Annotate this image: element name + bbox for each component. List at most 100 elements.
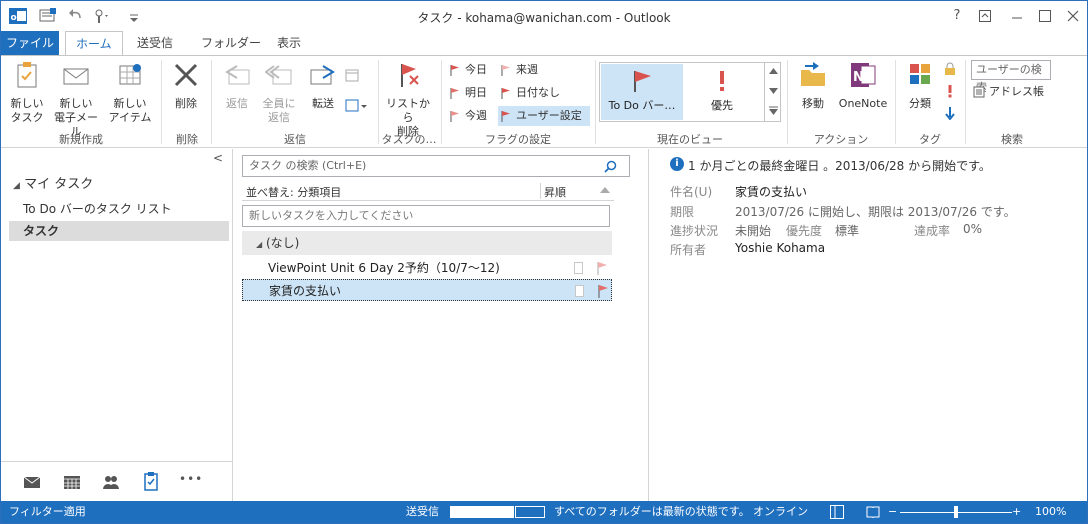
view-priority-option[interactable]: 優先	[686, 64, 758, 120]
task-list-pane: タスク の検索 (Ctrl+E) 並べ替え: 分類項目 昇順 新しいタスクを入力…	[234, 149, 649, 501]
tab-folder[interactable]: フォルダー	[191, 31, 271, 55]
more-nav-button[interactable]: •••	[179, 472, 203, 486]
tasks-icon[interactable]	[142, 471, 160, 491]
folder-todo-list[interactable]: To Do バーのタスク リスト	[9, 199, 229, 219]
new-task-input[interactable]: 新しいタスクを入力してください	[242, 205, 610, 227]
flag-icon	[450, 65, 459, 76]
more-respond-icon[interactable]	[345, 98, 369, 114]
search-icon[interactable]	[604, 160, 617, 173]
group-respond-label: 返信	[284, 133, 306, 146]
remove-flag-icon	[401, 64, 419, 87]
tab-view[interactable]: 表示	[267, 31, 311, 55]
zoom-level[interactable]: 100%	[1035, 501, 1066, 523]
priority-label: 優先度	[786, 224, 823, 238]
mail-icon[interactable]	[23, 474, 41, 490]
ribbon-display-options-icon[interactable]	[973, 5, 997, 27]
flag-tomorrow-label: 明日	[465, 86, 487, 99]
info-icon: i	[670, 157, 684, 171]
forward-button[interactable]: 転送	[303, 60, 343, 111]
onenote-button[interactable]: N OneNote	[835, 60, 891, 111]
flag-icon	[450, 88, 459, 99]
folder-tasks[interactable]: タスク	[9, 221, 229, 241]
task-row[interactable]: 家賃の支払い	[242, 279, 612, 301]
task-search-input[interactable]: タスク の検索 (Ctrl+E)	[242, 155, 630, 177]
view-todo-bar-option[interactable]: To Do バー…	[601, 64, 683, 120]
move-button[interactable]: 移動	[793, 60, 833, 111]
delete-button[interactable]: 削除	[167, 60, 205, 111]
move-folder-icon	[801, 62, 825, 86]
flag-next-week-button[interactable]: 来週	[498, 60, 538, 80]
sort-order-label[interactable]: 昇順	[544, 184, 566, 200]
gallery-more-icon[interactable]	[769, 106, 778, 115]
new-task-button[interactable]: 新しい タスク	[7, 60, 47, 125]
ribbon-separator	[965, 60, 966, 144]
flag-this-week-button[interactable]: 今週	[447, 106, 487, 126]
search-people-input[interactable]: ユーザーの検索	[971, 60, 1051, 94]
flag-custom-button[interactable]: ユーザー設定	[498, 106, 590, 126]
group-header-none[interactable]: ◢ (なし)	[242, 231, 612, 255]
gallery-down-icon[interactable]	[769, 88, 778, 94]
flag-today-button[interactable]: 今日	[447, 60, 487, 80]
zoom-slider-thumb[interactable]	[954, 506, 958, 518]
ribbon-separator	[211, 60, 212, 144]
folder-pane: < ◢ マイ タスク To Do バーのタスク リスト タスク •••	[1, 149, 233, 501]
reading-pane: i 1 か月ごとの最終金曜日 。2013/06/28 から開始です。 件名(U)…	[650, 149, 1087, 501]
new-items-icon	[119, 64, 141, 85]
flag-icon	[501, 88, 510, 99]
maximize-icon[interactable]	[1033, 5, 1057, 27]
ribbon-separator	[595, 60, 596, 144]
progress-bar-empty	[515, 506, 545, 518]
sort-ascending-icon[interactable]	[600, 187, 610, 193]
help-button[interactable]: ?	[945, 5, 969, 27]
reply-label: 返信	[226, 97, 248, 110]
tab-file[interactable]: ファイル	[1, 31, 59, 55]
private-lock-icon[interactable]	[943, 62, 957, 76]
my-tasks-header[interactable]: ◢ マイ タスク	[13, 173, 93, 192]
collapse-group-icon: ◢	[256, 240, 263, 249]
reply-icon	[225, 65, 250, 85]
flag-no-date-label: 日付なし	[516, 86, 560, 99]
flag-no-date-button[interactable]: 日付なし	[498, 83, 560, 103]
address-book-button[interactable]: アドレス帳	[971, 82, 1044, 102]
reading-view-icon[interactable]	[866, 505, 880, 519]
collapse-pane-button[interactable]: <	[213, 151, 223, 165]
minimize-icon[interactable]	[1005, 5, 1029, 27]
send-receive-status[interactable]: 送受信	[406, 501, 439, 523]
expand-triangle-icon: ◢	[13, 181, 20, 191]
gallery-scroll[interactable]	[764, 63, 781, 121]
delete-label: 削除	[175, 97, 197, 110]
new-items-button[interactable]: 新しい アイテム	[107, 60, 153, 125]
remove-from-list-button[interactable]: リストから 削除	[381, 60, 435, 139]
high-importance-icon[interactable]	[943, 84, 957, 98]
tab-home[interactable]: ホーム	[65, 31, 123, 56]
task-flag-icon[interactable]	[597, 284, 609, 298]
task-complete-checkbox[interactable]	[575, 285, 584, 297]
zoom-out-button[interactable]: −	[888, 501, 897, 523]
recurrence-info: i 1 か月ごとの最終金曜日 。2013/06/28 から開始です。	[670, 157, 991, 174]
my-tasks-label: マイ タスク	[24, 177, 94, 192]
zoom-in-button[interactable]: +	[1012, 501, 1021, 523]
delete-x-icon	[174, 63, 198, 87]
task-complete-checkbox[interactable]	[574, 262, 583, 274]
low-importance-icon[interactable]	[943, 106, 957, 120]
onenote-icon: N	[851, 63, 876, 87]
navigation-bar: •••	[1, 461, 232, 501]
new-email-label-1: 新しい	[59, 97, 93, 110]
normal-view-icon[interactable]	[830, 505, 844, 519]
people-icon[interactable]	[102, 474, 120, 490]
tab-send-receive[interactable]: 送受信	[127, 31, 183, 55]
reply-button[interactable]: 返信	[217, 60, 257, 111]
categorize-button[interactable]: 分類	[901, 60, 939, 111]
reply-all-button[interactable]: 全員に 返信	[257, 60, 301, 125]
task-row[interactable]: ViewPoint Unit 6 Day 2予約（10/7～12)	[242, 257, 612, 279]
flag-tomorrow-button[interactable]: 明日	[447, 83, 487, 103]
meeting-icon[interactable]	[345, 68, 361, 84]
sort-by-label[interactable]: 並べ替え: 分類項目	[246, 184, 341, 200]
new-email-button[interactable]: 新しい 電子メール	[49, 60, 103, 139]
flag-icon	[450, 111, 459, 122]
task-flag-icon[interactable]	[596, 261, 608, 275]
outlook-window: o タスク - kohama@wanichan.com - Outlook ?	[0, 0, 1088, 524]
close-icon[interactable]	[1061, 5, 1085, 27]
gallery-up-icon[interactable]	[769, 68, 778, 74]
calendar-icon[interactable]	[63, 474, 81, 490]
